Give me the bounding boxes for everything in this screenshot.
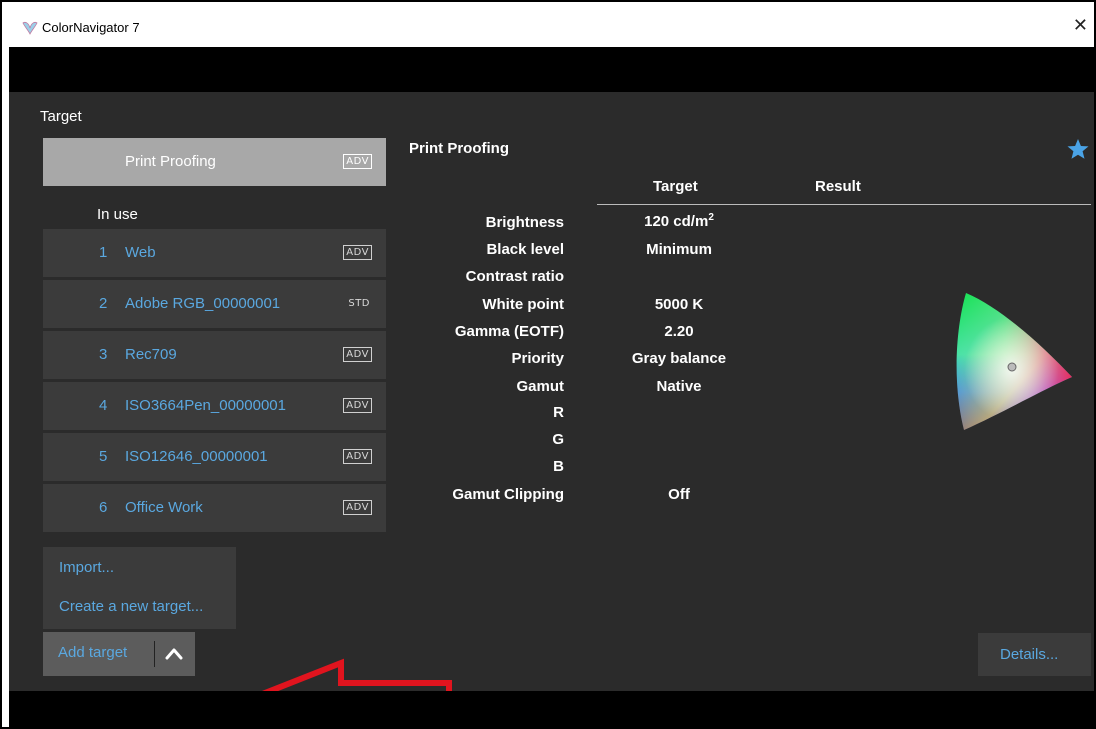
value-gamut-clipping: Off	[668, 486, 690, 503]
label-black-level: Black level	[486, 241, 564, 258]
add-target-label: Add target	[58, 644, 128, 661]
target-item-name: Rec709	[125, 346, 177, 363]
value-black-level: Minimum	[646, 241, 712, 258]
target-item-name: Office Work	[125, 499, 203, 516]
column-header-target: Target	[653, 178, 698, 195]
label-gamut-clipping: Gamut Clipping	[452, 486, 564, 503]
unit-superscript: 2	[708, 212, 714, 223]
top-black-bar	[9, 47, 1094, 92]
close-icon[interactable]: ✕	[1073, 16, 1088, 34]
label-b: B	[553, 458, 564, 475]
label-contrast-ratio: Contrast ratio	[465, 268, 564, 285]
target-panel: Target Print Proofing ADV In use 1 Web A…	[9, 92, 1094, 729]
bottom-black-bar	[9, 691, 1094, 729]
profile-title: Print Proofing	[409, 140, 509, 157]
label-g: G	[552, 431, 564, 448]
target-item-number: 3	[99, 346, 108, 363]
colornavigator-logo-icon	[22, 21, 38, 35]
value-brightness: 120 cd/m2	[609, 212, 749, 230]
target-item-number: 5	[99, 448, 108, 465]
target-item-number: 2	[99, 295, 108, 312]
label-r: R	[553, 404, 564, 421]
value-priority: Gray balance	[631, 350, 727, 367]
window-title: ColorNavigator 7	[42, 20, 140, 35]
gamut-diagram	[956, 293, 1072, 430]
current-target[interactable]: Print Proofing ADV	[43, 138, 386, 186]
details-button[interactable]: Details...	[978, 633, 1091, 676]
details-label: Details...	[1000, 646, 1059, 663]
button-divider	[154, 641, 155, 667]
current-target-label: Print Proofing	[125, 153, 216, 170]
target-item-number: 6	[99, 499, 108, 516]
menu-item-import[interactable]: Import...	[59, 559, 114, 576]
star-icon[interactable]	[1066, 138, 1090, 160]
value-gamma: 2.20	[664, 323, 694, 340]
target-heading: Target	[40, 108, 82, 125]
value-gamut: Native	[656, 378, 702, 395]
chevron-up-icon[interactable]	[164, 644, 184, 664]
add-target-button[interactable]: Add target	[43, 632, 195, 676]
value-white-point: 5000 K	[654, 296, 704, 313]
header-divider	[597, 204, 1091, 205]
target-item-number: 1	[99, 244, 108, 261]
adv-badge: ADV	[343, 154, 372, 169]
label-priority: Priority	[511, 350, 564, 367]
menu-item-create-new-target[interactable]: Create a new target...	[59, 598, 203, 615]
brightness-value: 120 cd/m	[644, 213, 709, 230]
label-gamma: Gamma (EOTF)	[454, 323, 564, 340]
title-bar: ColorNavigator 7 ✕	[2, 2, 1094, 47]
column-header-result: Result	[815, 178, 861, 195]
in-use-heading: In use	[97, 206, 138, 223]
target-item-number: 4	[99, 397, 108, 414]
app-window: ColorNavigator 7 ✕ Target Print Proofing…	[0, 0, 1096, 729]
label-brightness: Brightness	[485, 214, 564, 231]
label-white-point: White point	[482, 296, 564, 313]
label-gamut: Gamut	[516, 378, 564, 395]
target-item-name: Web	[125, 244, 156, 261]
add-target-menu: Import... Create a new target...	[43, 547, 236, 629]
